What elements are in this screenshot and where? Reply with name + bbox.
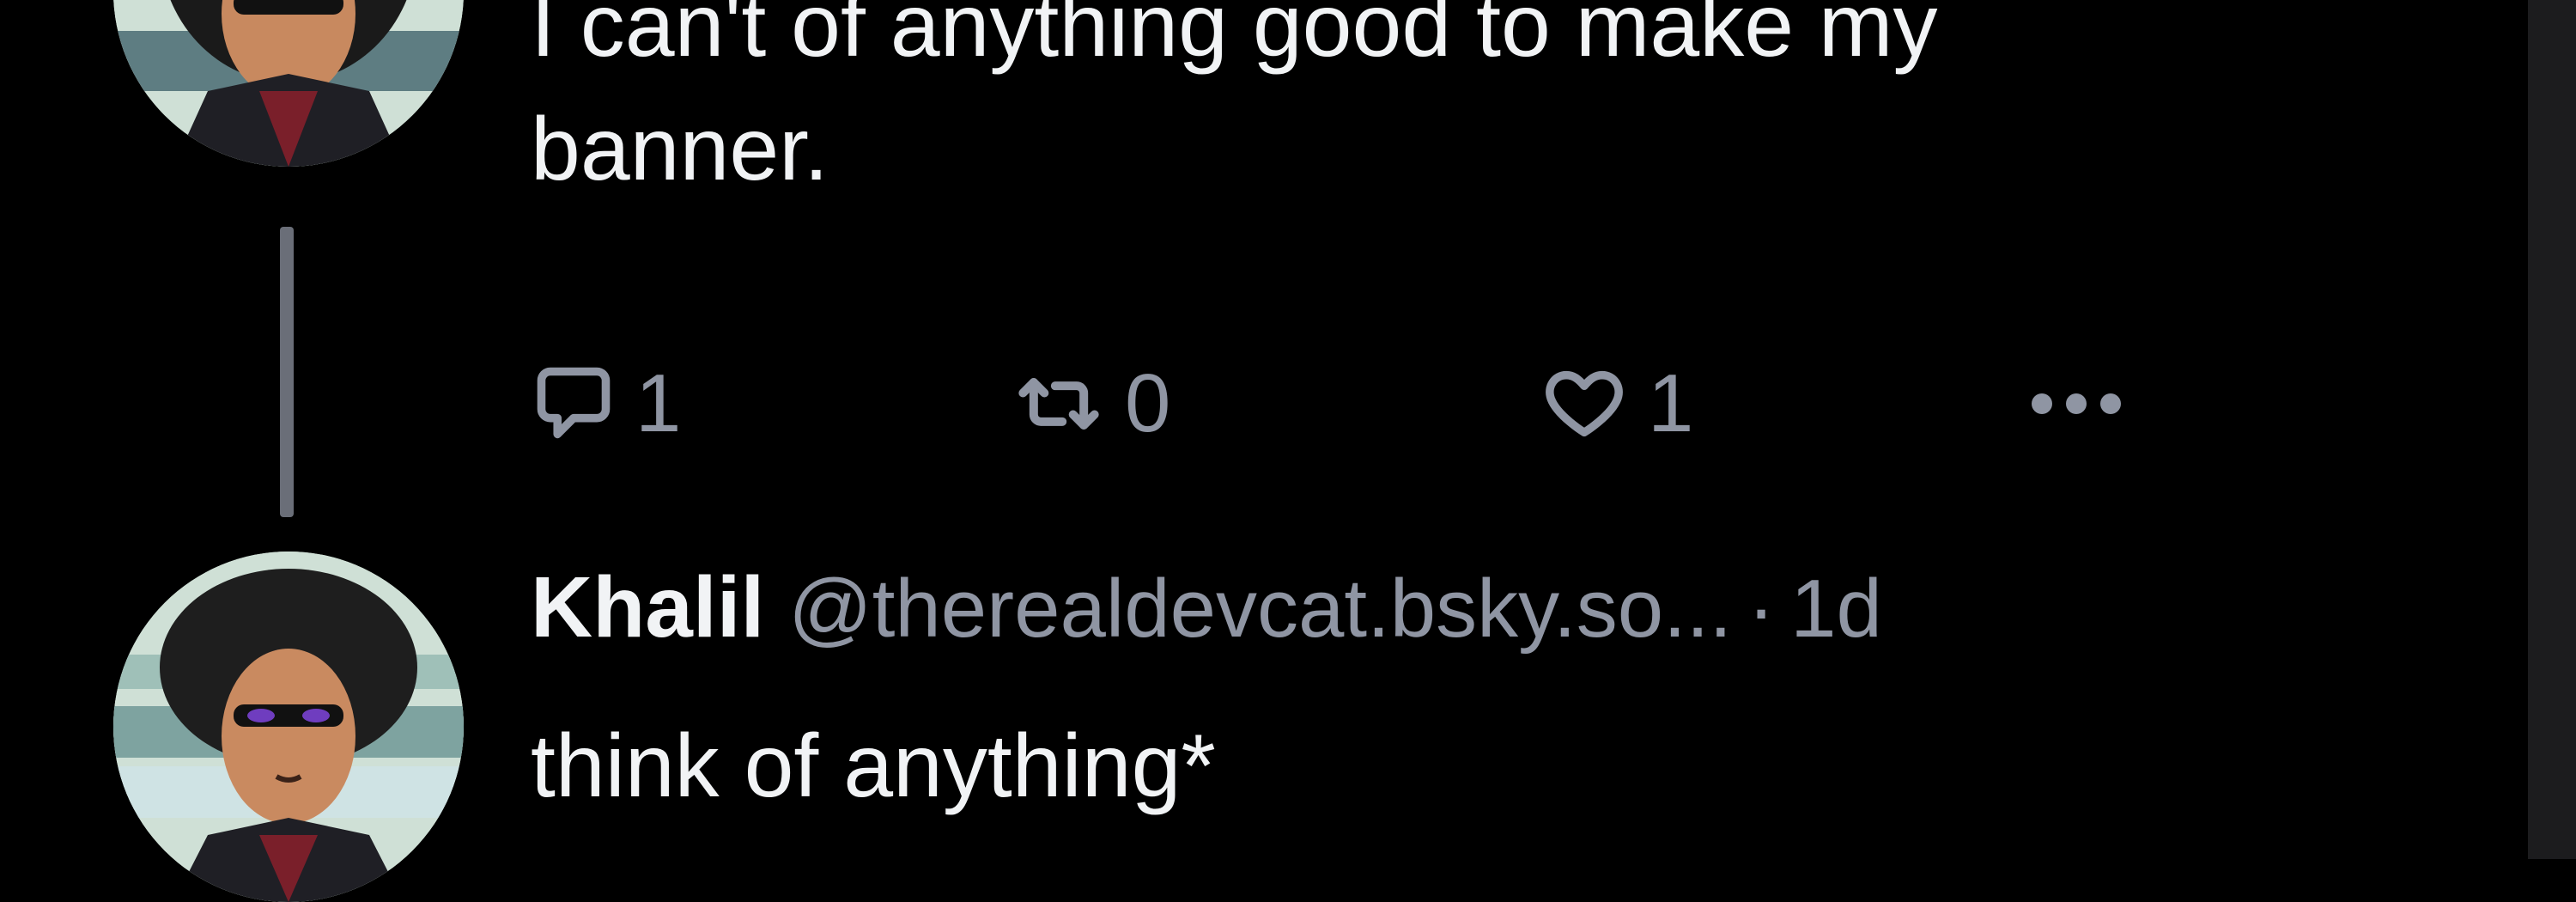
repost-count: 0	[1125, 357, 1171, 449]
like-count: 1	[1648, 357, 1694, 449]
parent-post-text-line-2: banner.	[531, 100, 829, 199]
more-dots-icon	[2032, 393, 2121, 414]
reply-post-header: Khalil @therealdevcat.bsky.so... · 1d	[531, 558, 1882, 687]
post-timestamp[interactable]: 1d	[1790, 562, 1882, 656]
heart-icon	[1546, 370, 1623, 437]
right-scrollbar-track[interactable]	[2528, 0, 2576, 859]
repost-icon	[1018, 378, 1099, 430]
parent-avatar[interactable]	[113, 0, 464, 167]
avatar-illustration-icon	[113, 552, 464, 902]
author-handle[interactable]: @therealdevcat.bsky.so...	[788, 562, 1732, 656]
post-action-bar: 1 0 1	[531, 344, 2248, 464]
parent-post-text: I can't of anything good to make my bann…	[531, 0, 1938, 211]
more-options-button[interactable]	[2025, 344, 2128, 464]
reply-count: 1	[635, 357, 682, 449]
reply-button[interactable]: 1	[531, 344, 681, 464]
avatar-illustration-icon	[113, 0, 464, 167]
repost-button[interactable]: 0	[1012, 344, 1170, 464]
parent-post-text-line-1: I can't of anything good to make my	[531, 0, 1938, 76]
reply-post-text: think of anything*	[531, 716, 1216, 816]
author-display-name[interactable]: Khalil	[531, 558, 764, 657]
post-time-separator: ·	[1747, 563, 1776, 655]
reply-bubble-icon	[537, 367, 611, 439]
thread-connector-line	[280, 227, 294, 517]
like-button[interactable]: 1	[1540, 344, 1693, 464]
reply-avatar[interactable]	[113, 552, 464, 902]
